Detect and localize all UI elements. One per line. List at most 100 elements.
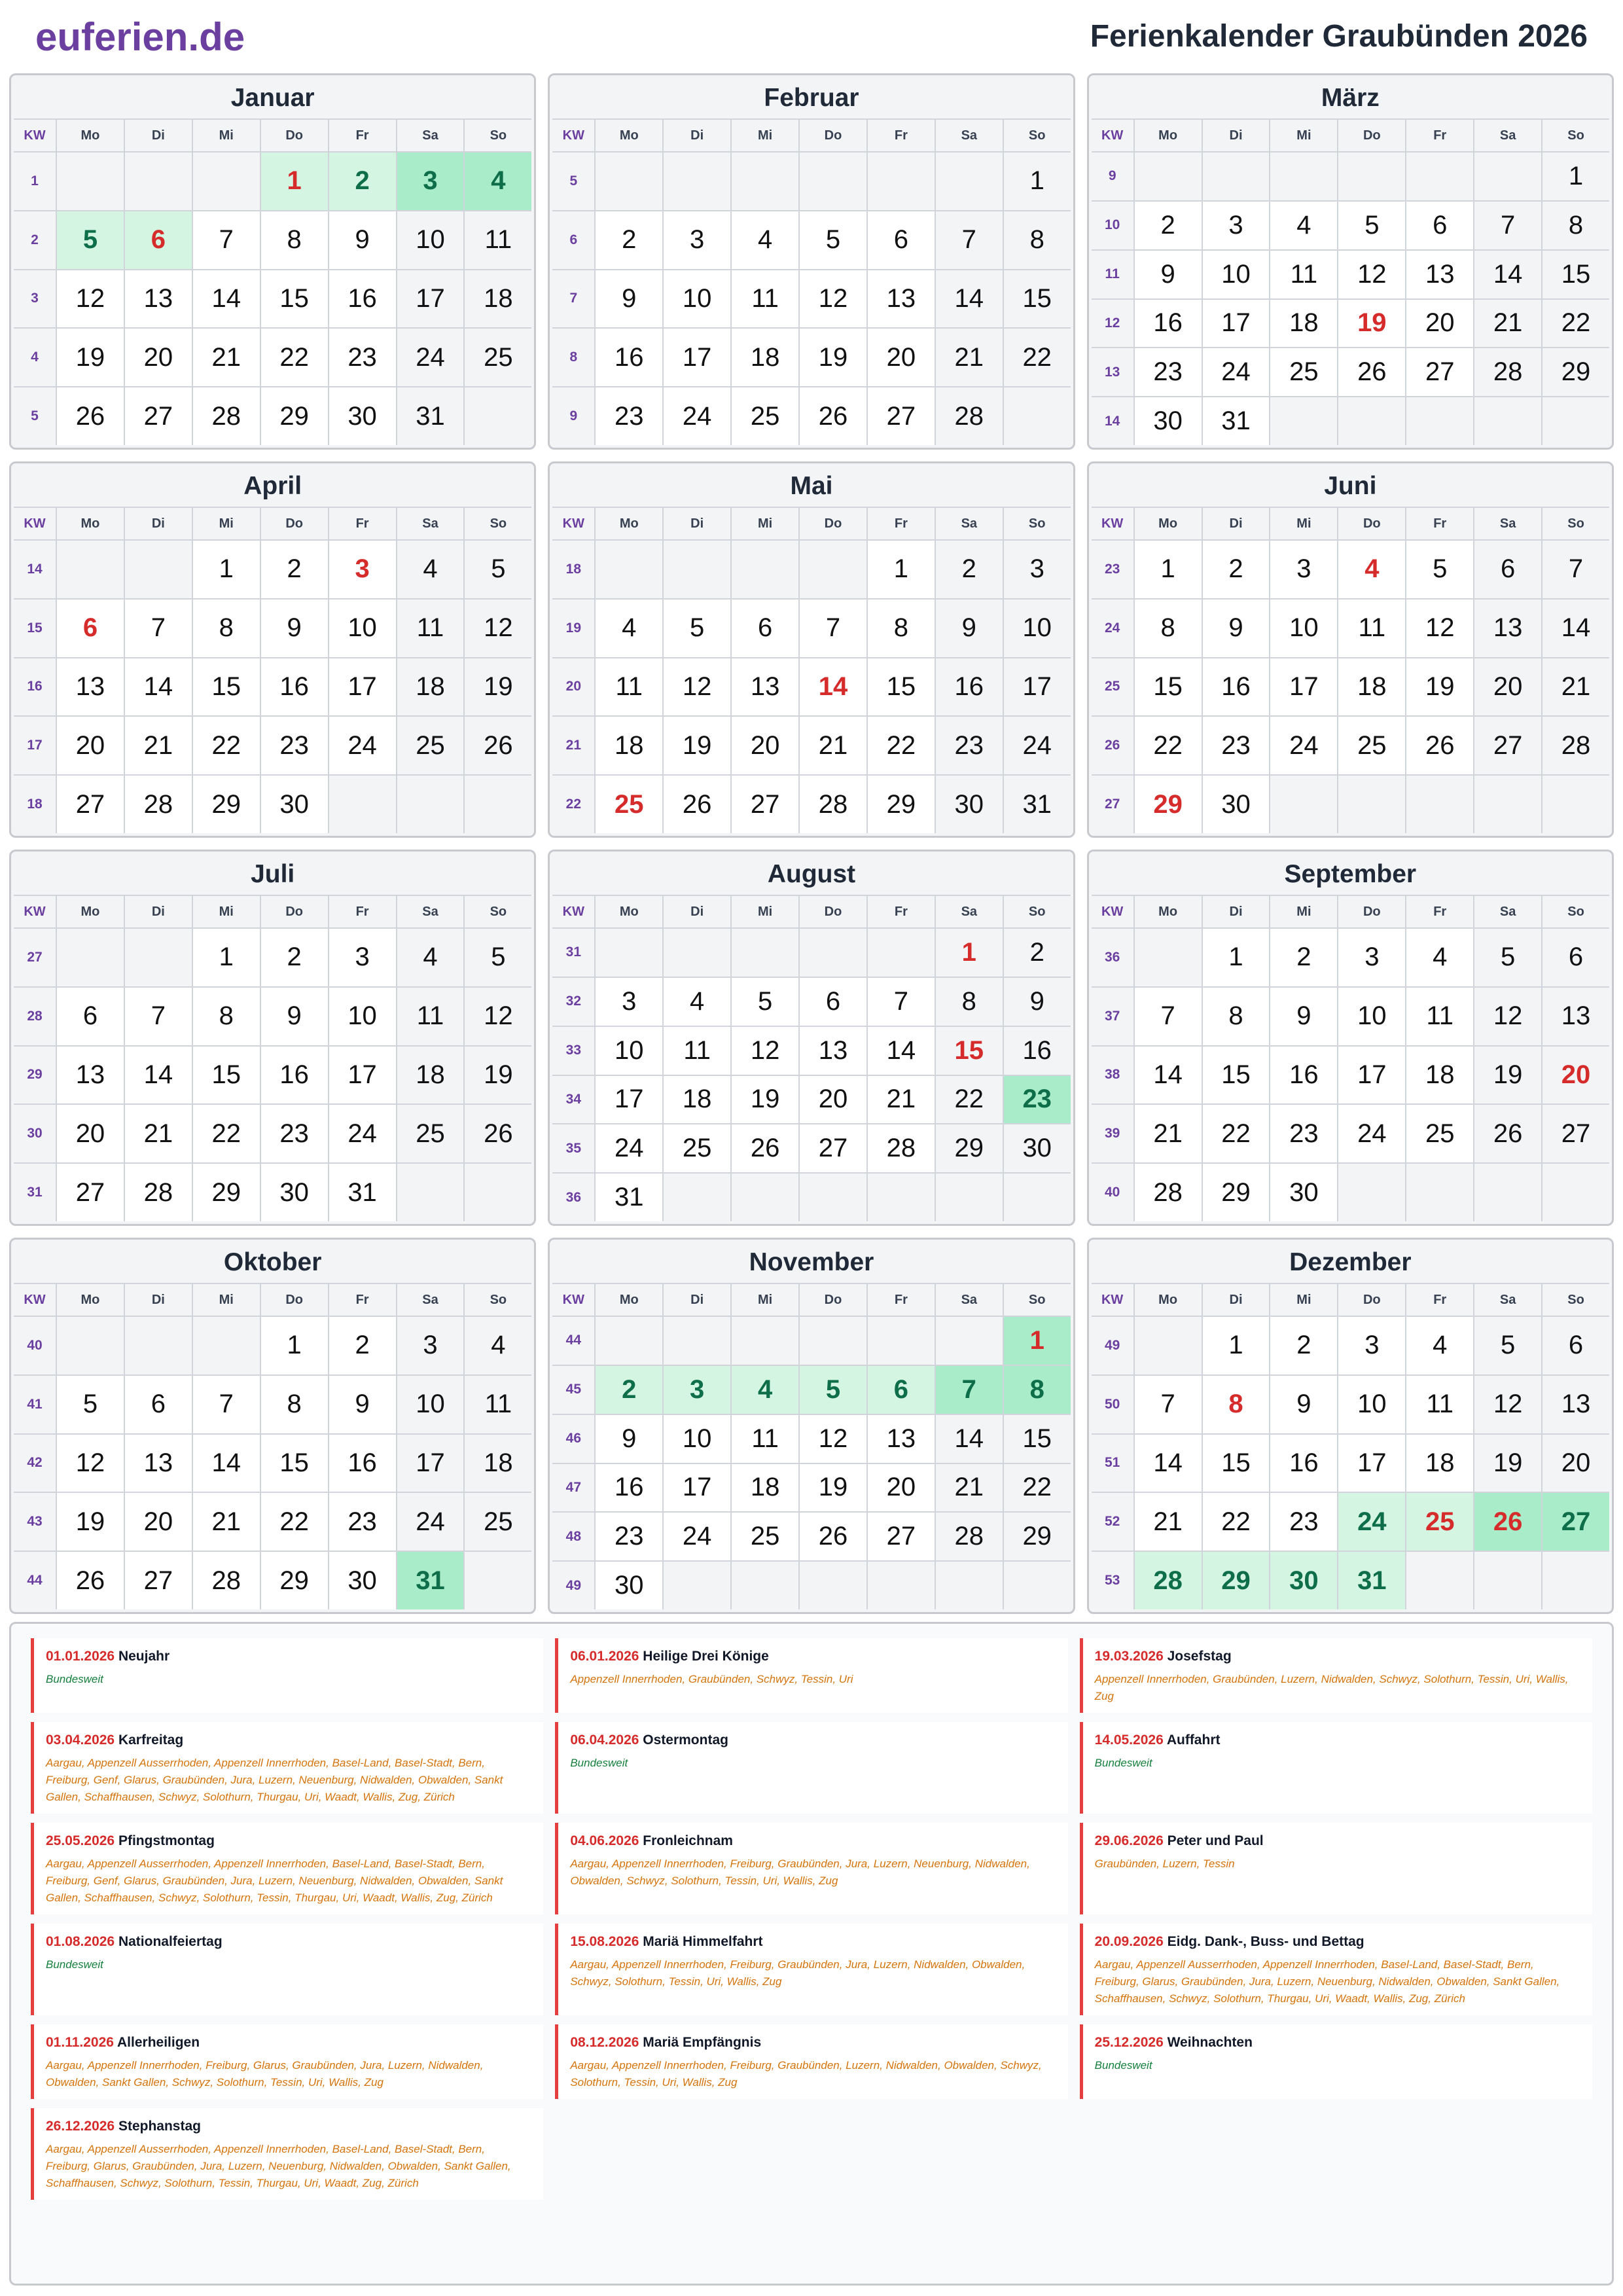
holiday-day-cell[interactable]: 3 (329, 541, 396, 598)
day-cell[interactable]: 3 (1003, 541, 1071, 598)
day-cell[interactable]: 11 (1406, 1375, 1474, 1433)
day-cell[interactable]: 4 (397, 929, 464, 986)
day-cell[interactable]: 11 (664, 1026, 731, 1075)
day-cell[interactable]: 10 (329, 987, 396, 1045)
day-cell[interactable]: 31 (1202, 397, 1270, 445)
vacation-day-cell[interactable]: 3 (397, 152, 464, 210)
day-cell[interactable]: 29 (192, 1164, 260, 1221)
day-cell[interactable]: 28 (124, 776, 192, 833)
day-cell[interactable]: 13 (124, 1434, 192, 1492)
day-cell[interactable]: 30 (260, 776, 328, 833)
day-cell[interactable]: 3 (1338, 1317, 1406, 1374)
day-cell[interactable]: 19 (465, 658, 532, 716)
day-cell[interactable]: 12 (1474, 1375, 1542, 1433)
day-cell[interactable]: 21 (124, 1105, 192, 1163)
day-cell[interactable]: 28 (192, 1552, 260, 1609)
day-cell[interactable]: 13 (124, 270, 192, 328)
day-cell[interactable]: 14 (1134, 1046, 1202, 1104)
day-cell[interactable]: 17 (1202, 299, 1270, 348)
day-cell[interactable]: 24 (664, 387, 731, 445)
day-cell[interactable]: 11 (1338, 599, 1406, 657)
day-cell[interactable]: 15 (192, 1046, 260, 1104)
day-cell[interactable]: 11 (1406, 987, 1474, 1045)
day-cell[interactable]: 26 (800, 1513, 866, 1561)
day-cell[interactable]: 1 (1003, 152, 1071, 210)
day-cell[interactable]: 31 (329, 1164, 396, 1221)
day-cell[interactable]: 10 (596, 1026, 663, 1075)
day-cell[interactable]: 22 (1202, 1105, 1270, 1163)
day-cell[interactable]: 12 (800, 270, 866, 328)
holiday-day-cell[interactable]: 6 (124, 211, 192, 269)
day-cell[interactable]: 16 (1134, 299, 1202, 348)
day-cell[interactable]: 28 (867, 1124, 935, 1173)
day-cell[interactable]: 24 (1003, 717, 1071, 775)
day-cell[interactable]: 23 (596, 1513, 663, 1561)
day-cell[interactable]: 29 (1003, 1513, 1071, 1561)
day-cell[interactable]: 30 (329, 1552, 396, 1609)
day-cell[interactable]: 17 (1338, 1046, 1406, 1104)
day-cell[interactable]: 22 (1003, 1463, 1071, 1512)
day-cell[interactable]: 16 (935, 658, 1003, 716)
day-cell[interactable]: 2 (329, 1317, 396, 1374)
vacation-day-cell[interactable]: 5 (57, 211, 124, 269)
day-cell[interactable]: 10 (397, 1375, 464, 1433)
day-cell[interactable]: 22 (1202, 1493, 1270, 1551)
day-cell[interactable]: 19 (465, 1046, 532, 1104)
day-cell[interactable]: 11 (732, 1414, 799, 1463)
day-cell[interactable]: 10 (1003, 599, 1071, 657)
day-cell[interactable]: 22 (260, 329, 328, 387)
day-cell[interactable]: 18 (1338, 658, 1406, 716)
day-cell[interactable]: 27 (732, 776, 799, 833)
day-cell[interactable]: 23 (260, 717, 328, 775)
day-cell[interactable]: 24 (1270, 717, 1338, 775)
day-cell[interactable]: 10 (329, 599, 396, 657)
day-cell[interactable]: 31 (1003, 776, 1071, 833)
day-cell[interactable]: 15 (1134, 658, 1202, 716)
day-cell[interactable]: 26 (465, 1105, 532, 1163)
day-cell[interactable]: 15 (260, 270, 328, 328)
day-cell[interactable]: 27 (800, 1124, 866, 1173)
day-cell[interactable]: 22 (867, 717, 935, 775)
day-cell[interactable]: 17 (397, 270, 464, 328)
day-cell[interactable]: 4 (1270, 201, 1338, 249)
day-cell[interactable]: 9 (329, 211, 396, 269)
day-cell[interactable]: 7 (1543, 541, 1609, 598)
day-cell[interactable]: 5 (1406, 541, 1474, 598)
day-cell[interactable]: 11 (465, 1375, 532, 1433)
day-cell[interactable]: 4 (397, 541, 464, 598)
day-cell[interactable]: 30 (1270, 1164, 1338, 1221)
day-cell[interactable]: 24 (329, 717, 396, 775)
day-cell[interactable]: 8 (935, 977, 1003, 1026)
day-cell[interactable]: 8 (192, 987, 260, 1045)
day-cell[interactable]: 15 (867, 658, 935, 716)
day-cell[interactable]: 1 (192, 929, 260, 986)
day-cell[interactable]: 31 (397, 387, 464, 445)
day-cell[interactable]: 29 (192, 776, 260, 833)
day-cell[interactable]: 13 (1543, 987, 1609, 1045)
day-cell[interactable]: 4 (596, 599, 663, 657)
day-cell[interactable]: 24 (397, 1493, 464, 1551)
day-cell[interactable]: 19 (800, 1463, 866, 1512)
day-cell[interactable]: 27 (124, 1552, 192, 1609)
day-cell[interactable]: 9 (1270, 987, 1338, 1045)
day-cell[interactable]: 6 (57, 987, 124, 1045)
day-cell[interactable]: 6 (867, 211, 935, 269)
day-cell[interactable]: 6 (800, 977, 866, 1026)
day-cell[interactable]: 9 (260, 987, 328, 1045)
day-cell[interactable]: 3 (1202, 201, 1270, 249)
day-cell[interactable]: 7 (1134, 987, 1202, 1045)
day-cell[interactable]: 2 (1270, 1317, 1338, 1374)
day-cell[interactable]: 9 (1202, 599, 1270, 657)
vacation-day-cell[interactable]: 4 (465, 152, 532, 210)
day-cell[interactable]: 14 (124, 1046, 192, 1104)
day-cell[interactable]: 7 (124, 987, 192, 1045)
vacation-day-cell[interactable]: 3 (664, 1365, 731, 1414)
holiday-day-cell[interactable]: 1 (935, 929, 1003, 977)
day-cell[interactable]: 4 (1406, 929, 1474, 986)
holiday-day-cell[interactable]: 1 (1003, 1317, 1071, 1365)
day-cell[interactable]: 30 (329, 387, 396, 445)
day-cell[interactable]: 26 (664, 776, 731, 833)
day-cell[interactable]: 7 (867, 977, 935, 1026)
day-cell[interactable]: 14 (935, 1414, 1003, 1463)
day-cell[interactable]: 13 (57, 658, 124, 716)
